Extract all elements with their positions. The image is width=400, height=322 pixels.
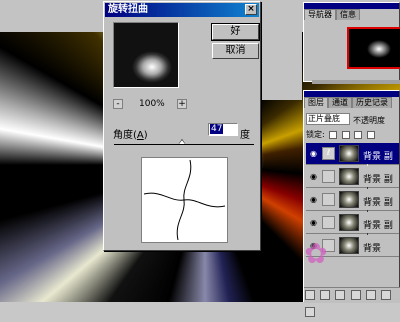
lock-row: 锁定: <box>306 129 375 140</box>
tab-layers[interactable]: 图层 <box>304 97 328 108</box>
navigator-zoom-slider[interactable] <box>312 80 400 84</box>
new-layer-icon[interactable] <box>380 290 391 300</box>
angle-unit: 度 <box>240 130 250 141</box>
layer-mask-icon[interactable] <box>335 290 346 300</box>
angle-value: 47 <box>210 124 224 134</box>
link-toggle[interactable] <box>322 193 335 206</box>
brush-icon[interactable]: ℓ <box>322 147 335 160</box>
layers-tabs: 图层 通道 历史记录 <box>304 97 399 108</box>
layer-thumbnail <box>339 214 359 231</box>
trash-icon[interactable] <box>305 307 315 317</box>
zoom-out-button[interactable]: - <box>113 99 123 109</box>
lock-label: 锁定: <box>306 130 325 139</box>
lock-transparency-checkbox[interactable] <box>329 130 338 139</box>
layer-set-icon[interactable] <box>350 290 361 300</box>
zoom-level: 100% <box>139 99 165 109</box>
navigator-panel: 导航器 信息 <box>303 2 400 84</box>
opacity-label: 不透明度 <box>353 116 385 125</box>
watermark-logo: ✿ <box>304 237 328 270</box>
layer-row[interactable]: ◉ 背景 副本 <box>306 189 399 221</box>
dialog-title: 旋转扭曲 <box>108 4 148 15</box>
layer-row[interactable]: ◉ 背景 副本 <box>306 212 399 244</box>
tab-info[interactable]: 信息 <box>336 9 360 20</box>
layer-thumbnail <box>339 191 359 208</box>
angle-input[interactable]: 47 <box>208 123 238 136</box>
workspace-background-right <box>262 0 302 100</box>
tab-history[interactable]: 历史记录 <box>352 97 392 108</box>
angle-hotkey: A <box>136 130 144 141</box>
eye-icon[interactable]: ◉ <box>308 172 319 182</box>
blend-mode-select[interactable]: 正片叠底 <box>306 113 350 125</box>
link-layers-icon[interactable] <box>305 290 315 300</box>
eye-icon[interactable]: ◉ <box>308 195 319 205</box>
layer-name: 背景 <box>363 244 382 254</box>
angle-slider-thumb[interactable] <box>178 139 186 145</box>
zoom-in-button[interactable]: + <box>177 99 187 109</box>
navigator-tabs: 导航器 信息 <box>304 9 399 20</box>
eye-icon[interactable]: ◉ <box>308 149 319 159</box>
adjustment-layer-icon[interactable] <box>365 290 376 300</box>
lock-image-checkbox[interactable] <box>341 130 350 139</box>
layer-thumbnail <box>339 168 359 185</box>
tab-channels[interactable]: 通道 <box>328 97 352 108</box>
tab-navigator[interactable]: 导航器 <box>304 9 336 20</box>
layer-row[interactable]: ◉ 背景 副本 <box>306 166 399 198</box>
angle-label: 角度(A) <box>113 130 148 141</box>
lock-position-checkbox[interactable] <box>354 130 363 139</box>
dialog-titlebar[interactable]: 旋转扭曲 × <box>105 3 259 17</box>
navigator-thumbnail[interactable] <box>347 27 400 69</box>
twirl-dialog: 旋转扭曲 × 好 取消 - 100% + 角度(A) 47 度 <box>103 1 261 251</box>
angle-label-text: 角度 <box>113 130 133 141</box>
link-toggle[interactable] <box>322 170 335 183</box>
layer-thumbnail <box>339 145 359 162</box>
eye-icon[interactable]: ◉ <box>308 218 319 228</box>
close-icon[interactable]: × <box>245 4 257 15</box>
lock-all-icon[interactable] <box>366 130 375 139</box>
ok-button[interactable]: 好 <box>211 23 260 41</box>
layer-style-icon[interactable] <box>320 290 331 300</box>
twirl-preview-grid <box>141 157 228 243</box>
layers-toolbar <box>304 287 400 317</box>
zoom-controls: - 100% + <box>113 99 187 111</box>
filter-preview[interactable] <box>113 22 179 88</box>
twirl-curves <box>143 159 226 241</box>
layer-row[interactable]: ◉ ℓ 背景 副本 <box>306 143 399 175</box>
link-toggle[interactable] <box>322 216 335 229</box>
cancel-button[interactable]: 取消 <box>212 43 259 59</box>
layer-thumbnail <box>339 237 359 254</box>
